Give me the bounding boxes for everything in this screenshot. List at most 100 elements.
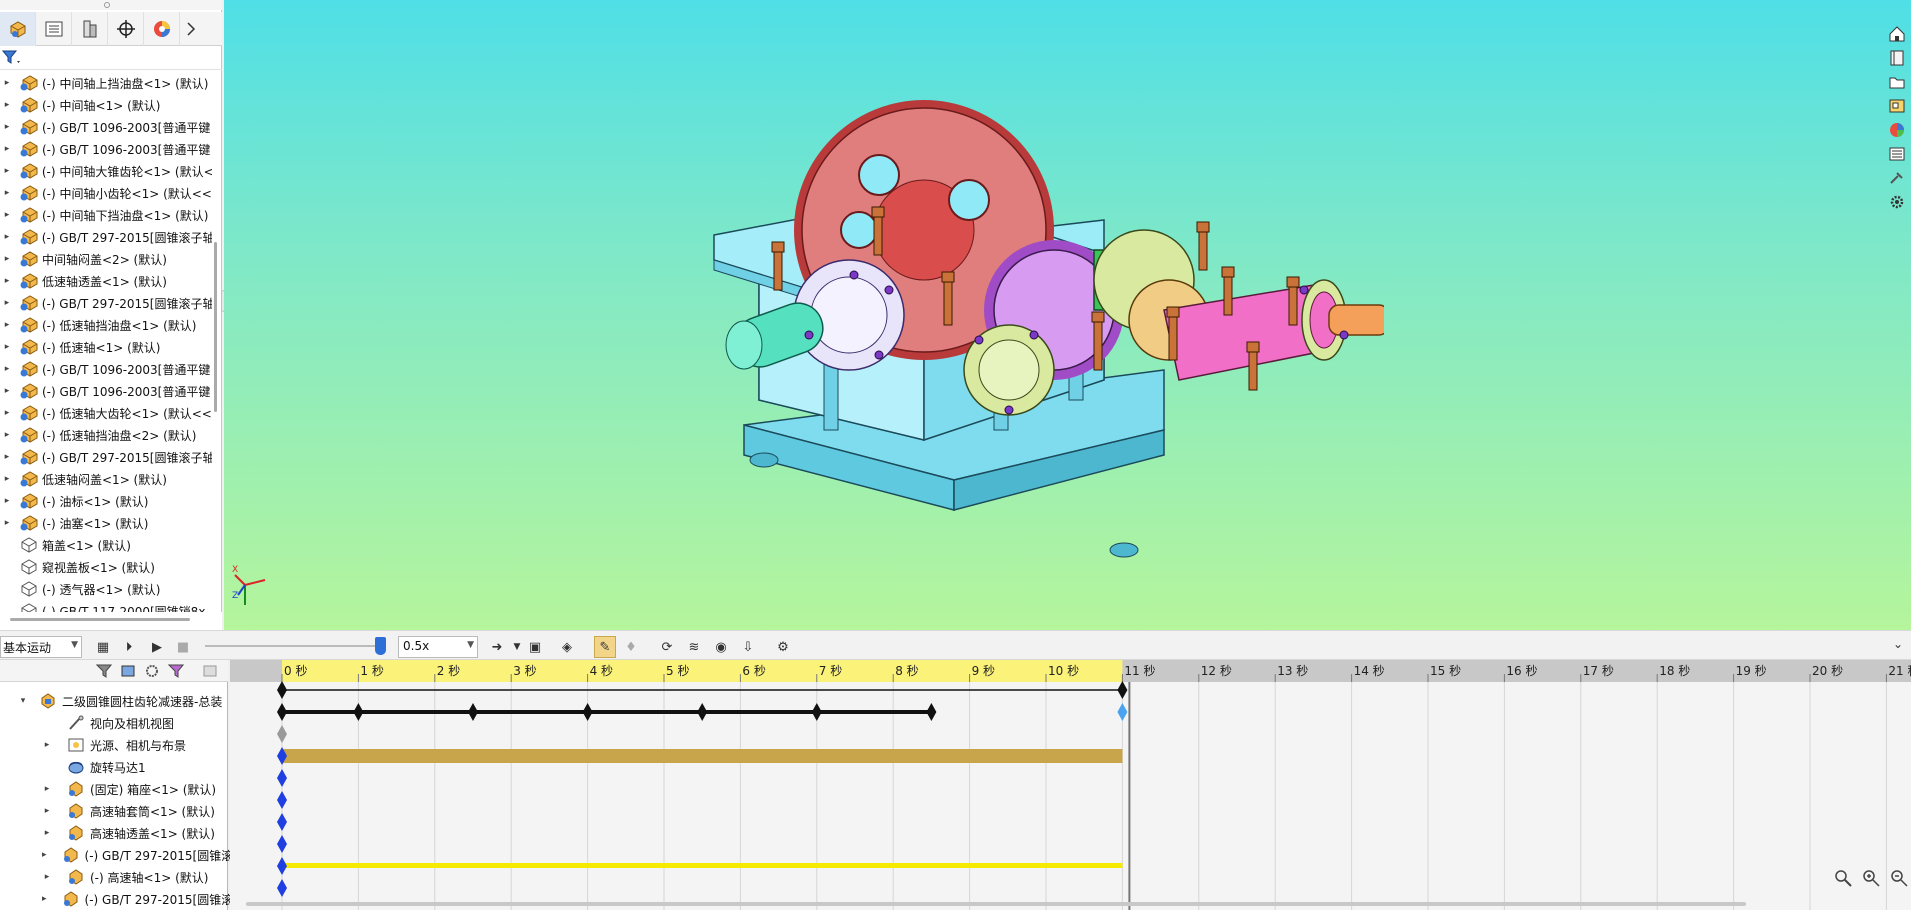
more-tabs-arrow[interactable] (180, 12, 202, 46)
feature-tree-item[interactable]: 箱盖<1> (默认) (0, 534, 212, 556)
feature-tree-item[interactable]: (-) GB/T 117-2000[圆锥销8x (0, 600, 212, 612)
play-button[interactable]: ▶ (146, 636, 168, 658)
add-key-button[interactable]: ♦ (620, 636, 642, 658)
gear-icon[interactable] (1885, 190, 1909, 214)
expand-arrow-icon[interactable]: ▸ (42, 894, 47, 904)
feature-tree-item[interactable]: ▸ 低速轴透盖<1> (默认) (0, 270, 212, 292)
expand-arrow-icon[interactable]: ▸ (0, 342, 14, 352)
expand-arrow-icon[interactable]: ▸ (0, 364, 14, 374)
play-from-start-button[interactable]: ⏵ (118, 636, 140, 658)
expand-arrow-icon[interactable]: ▸ (0, 298, 14, 308)
feature-tree-item[interactable]: 窥视盖板<1> (默认) (0, 556, 212, 578)
study-properties-button[interactable]: ⚙ (772, 636, 794, 658)
expand-arrow-icon[interactable]: ▸ (0, 122, 14, 132)
file-explorer-icon[interactable] (1885, 70, 1909, 94)
timeline-canvas[interactable]: 0 秒 1 秒 2 秒 3 秒 4 秒 5 秒 6 秒 7 秒 8 秒 9 秒 10 秒 11 秒 12… (230, 660, 1911, 910)
custom-properties-icon[interactable] (1885, 142, 1909, 166)
save-animation-button[interactable]: ▣ (524, 636, 546, 658)
expand-arrow-icon[interactable]: ▸ (42, 828, 52, 838)
home-icon[interactable] (1885, 22, 1909, 46)
feature-tree-item[interactable]: ▸ 低速轴闷盖<1> (默认) (0, 468, 212, 490)
filter-driving-icon[interactable] (118, 662, 138, 680)
feature-tree-item[interactable]: ▸ (-) GB/T 1096-2003[普通平键 (0, 138, 212, 160)
motion-tree-item[interactable]: 视向及相机视图 (0, 712, 228, 734)
expand-arrow-icon[interactable]: ▸ (42, 740, 52, 750)
collapse-tree-icon[interactable] (200, 662, 220, 680)
feature-tree-item[interactable]: ▸ (-) 低速轴<1> (默认) (0, 336, 212, 358)
feature-tree-item[interactable]: ▸ (-) 油塞<1> (默认) (0, 512, 212, 534)
graphics-viewport[interactable]: X Z (224, 0, 1911, 630)
feature-tree-item[interactable]: ▸ (-) 低速轴挡油盘<1> (默认) (0, 314, 212, 336)
filter-results-icon[interactable] (166, 662, 186, 680)
expand-arrow-icon[interactable]: ▸ (0, 210, 14, 220)
playback-slider[interactable] (205, 637, 386, 655)
playback-slider-knob[interactable] (374, 637, 386, 655)
expand-arrow-icon[interactable]: ▸ (0, 452, 14, 462)
calculate-button[interactable]: ▦ (92, 636, 114, 658)
feature-tree-item[interactable]: ▸ (-) 中间轴<1> (默认) (0, 94, 212, 116)
view-palette-icon[interactable] (1885, 94, 1909, 118)
feature-tree-item[interactable]: ▸ (-) 中间轴大锥齿轮<1> (默认< (0, 160, 212, 182)
appearances-icon[interactable] (1885, 118, 1909, 142)
tree-filter-row[interactable] (0, 46, 222, 70)
feature-tree-item[interactable]: ▸ (-) GB/T 297-2015[圆锥滚子轴 (0, 292, 212, 314)
timeline-horizontal-scrollbar[interactable] (246, 902, 1746, 906)
expand-arrow-icon[interactable]: ▸ (0, 496, 14, 506)
feature-tree-item[interactable]: ▸ (-) 油标<1> (默认) (0, 490, 212, 512)
expand-arrow-icon[interactable]: ▸ (0, 254, 14, 264)
expand-arrow-icon[interactable]: ▸ (0, 188, 14, 198)
feature-tree-item[interactable]: (-) 透气器<1> (默认) (0, 578, 212, 600)
filter-selected-icon[interactable] (142, 662, 162, 680)
configuration-manager-tab[interactable] (72, 12, 108, 46)
property-manager-tab[interactable] (36, 12, 72, 46)
expand-arrow-icon[interactable]: ▸ (0, 166, 14, 176)
playback-mode-button[interactable]: ➜ (486, 636, 508, 658)
spring-button[interactable]: ≋ (683, 636, 705, 658)
playback-speed-select[interactable]: 0.5x ▼ (398, 636, 478, 658)
expand-arrow-icon[interactable]: ▸ (0, 408, 14, 418)
tree-vertical-scrollbar[interactable] (212, 72, 220, 612)
solidworks-forum-icon[interactable] (1885, 166, 1909, 190)
feature-tree-item[interactable]: ▸ (-) GB/T 297-2015[圆锥滚子轴 (0, 226, 212, 248)
dimxpert-manager-tab[interactable] (108, 12, 144, 46)
stop-button[interactable]: ■ (172, 636, 194, 658)
gravity-button[interactable]: ⇩ (737, 636, 759, 658)
animation-wizard-button[interactable]: ◈ (556, 636, 578, 658)
expand-arrow-icon[interactable]: ▸ (0, 320, 14, 330)
filter-animated-icon[interactable] (94, 662, 114, 680)
timeline-area[interactable]: 0 秒 1 秒 2 秒 3 秒 4 秒 5 秒 6 秒 7 秒 8 秒 9 秒 10 秒 11 秒 12… (230, 660, 1911, 910)
motor-button[interactable]: ⟳ (656, 636, 678, 658)
zoom-out-icon[interactable] (1889, 868, 1911, 890)
motion-tree-item[interactable]: ▸ (固定) 箱座<1> (默认) (0, 778, 228, 800)
motion-tree-item[interactable]: ▸ (-) 高速轴<1> (默认) (0, 866, 228, 888)
collapse-motion-manager-button[interactable]: ⌄ (1893, 637, 1903, 651)
feature-tree-item[interactable]: ▸ (-) 低速轴大齿轮<1> (默认<< (0, 402, 212, 424)
study-type-select[interactable]: 基本运动 ▼ (0, 636, 82, 658)
expand-arrow-icon[interactable]: ▸ (0, 474, 14, 484)
zoom-to-fit-icon[interactable] (1833, 868, 1855, 890)
zoom-in-icon[interactable] (1861, 868, 1883, 890)
contact-button[interactable]: ◉ (710, 636, 732, 658)
filter-icon[interactable] (2, 50, 22, 66)
tree-horizontal-scrollbar[interactable] (0, 612, 222, 630)
expand-arrow-icon[interactable]: ▸ (0, 386, 14, 396)
expand-arrow-icon[interactable]: ▸ (42, 872, 52, 882)
design-library-icon[interactable] (1885, 46, 1909, 70)
motion-tree-item[interactable]: ▸ 高速轴透盖<1> (默认) (0, 822, 228, 844)
feature-tree-item[interactable]: ▸ 中间轴闷盖<2> (默认) (0, 248, 212, 270)
feature-tree-item[interactable]: ▸ (-) 中间轴上挡油盘<1> (默认) (0, 72, 212, 94)
feature-tree-item[interactable]: ▸ (-) GB/T 1096-2003[普通平键 (0, 116, 212, 138)
feature-tree-item[interactable]: ▸ (-) 中间轴小齿轮<1> (默认<< (0, 182, 212, 204)
expand-arrow-icon[interactable]: ▸ (0, 518, 14, 528)
motion-tree-item[interactable]: 旋转马达1 (0, 756, 228, 778)
expand-arrow-icon[interactable]: ▸ (42, 784, 52, 794)
expand-arrow-icon[interactable]: ▸ (0, 100, 14, 110)
expand-arrow-icon[interactable]: ▸ (0, 430, 14, 440)
expand-arrow-icon[interactable]: ▸ (0, 144, 14, 154)
expand-arrow-icon[interactable]: ▸ (0, 276, 14, 286)
motion-tree-item[interactable]: ▸ (-) GB/T 297-2015[圆锥滚 (0, 888, 233, 910)
expand-arrow-icon[interactable]: ▾ (18, 696, 28, 706)
feature-tree-item[interactable]: ▸ (-) 中间轴下挡油盘<1> (默认) (0, 204, 212, 226)
expand-arrow-icon[interactable]: ▸ (42, 806, 52, 816)
autokey-button[interactable]: ✎ (594, 636, 616, 658)
